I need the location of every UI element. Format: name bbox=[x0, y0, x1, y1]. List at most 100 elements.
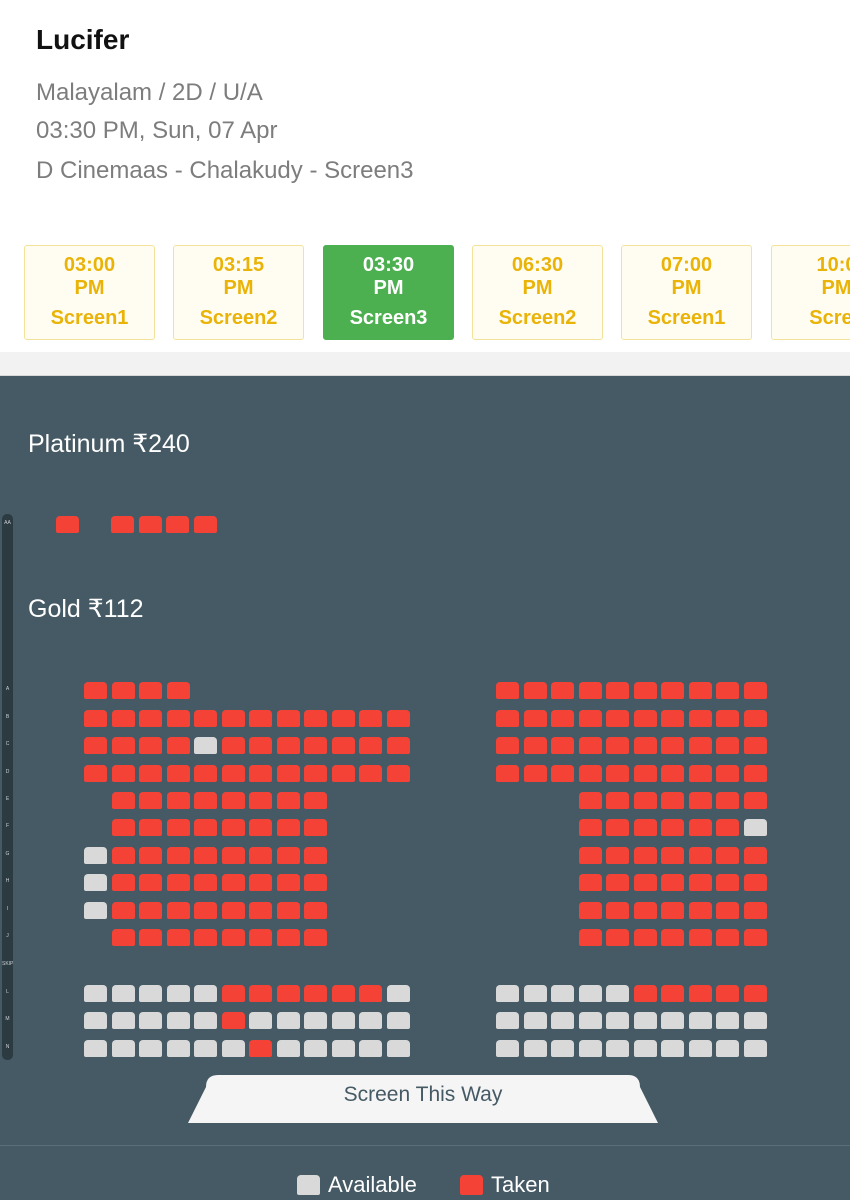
showtime-selector: 03:00 PM Screen1 03:15 PM Screen2 03:30 … bbox=[0, 245, 850, 341]
seat-N-19[interactable] bbox=[661, 1040, 684, 1057]
seat-I-9 bbox=[304, 902, 327, 919]
seat-M-21[interactable] bbox=[716, 1012, 739, 1029]
seat-D-12 bbox=[386, 765, 410, 782]
seat-D-19 bbox=[661, 765, 684, 782]
seat-N-17[interactable] bbox=[606, 1040, 629, 1057]
seat-D-9 bbox=[304, 765, 327, 782]
showtime-time: 10:0 bbox=[816, 254, 850, 276]
seat-F-22[interactable] bbox=[743, 819, 767, 836]
seat-L-22 bbox=[743, 985, 767, 1002]
seat-F-16 bbox=[578, 819, 602, 836]
seat-M-20[interactable] bbox=[688, 1012, 712, 1029]
seat-B-15 bbox=[551, 710, 574, 727]
seat-L-6 bbox=[221, 985, 245, 1002]
seat-N-3[interactable] bbox=[139, 1040, 162, 1057]
seat-M-11[interactable] bbox=[359, 1012, 382, 1029]
seat-D-3 bbox=[139, 765, 162, 782]
seat-M-10[interactable] bbox=[331, 1012, 355, 1029]
seat-M-14[interactable] bbox=[523, 1012, 547, 1029]
seat-J-20 bbox=[688, 929, 712, 946]
seat-L-13[interactable] bbox=[496, 985, 519, 1002]
seat-N-16[interactable] bbox=[578, 1040, 602, 1057]
seat-L-3[interactable] bbox=[139, 985, 162, 1002]
seat-A-2 bbox=[111, 682, 135, 699]
seat-L-17[interactable] bbox=[606, 985, 629, 1002]
seat-M-3[interactable] bbox=[139, 1012, 162, 1029]
seat-M-13[interactable] bbox=[496, 1012, 519, 1029]
seat-G-1[interactable] bbox=[84, 847, 107, 864]
seat-I-5 bbox=[194, 902, 217, 919]
seat-L-4[interactable] bbox=[166, 985, 190, 1002]
seat-B-7 bbox=[249, 710, 272, 727]
seat-H-8 bbox=[276, 874, 300, 891]
seat-N-9[interactable] bbox=[304, 1040, 327, 1057]
seat-J-22 bbox=[743, 929, 767, 946]
showtime-button[interactable]: 03:15 PM Screen2 bbox=[173, 245, 304, 340]
seat-M-16[interactable] bbox=[578, 1012, 602, 1029]
seat-M-17[interactable] bbox=[606, 1012, 629, 1029]
seat-L-5[interactable] bbox=[194, 985, 217, 1002]
seat-I-1[interactable] bbox=[84, 902, 107, 919]
seat-M-18[interactable] bbox=[633, 1012, 657, 1029]
seat-B-12 bbox=[386, 710, 410, 727]
seat-N-14[interactable] bbox=[523, 1040, 547, 1057]
seat-H-1[interactable] bbox=[84, 874, 107, 891]
showtime-button[interactable]: 06:30 PM Screen2 bbox=[472, 245, 603, 340]
seat-N-18[interactable] bbox=[633, 1040, 657, 1057]
seat-F-21 bbox=[716, 819, 739, 836]
seat-N-12[interactable] bbox=[386, 1040, 410, 1057]
seat-H-18 bbox=[633, 874, 657, 891]
seat-N-22[interactable] bbox=[743, 1040, 767, 1057]
seat-M-15[interactable] bbox=[551, 1012, 574, 1029]
seat-N-11[interactable] bbox=[359, 1040, 382, 1057]
seat-M-6 bbox=[221, 1012, 245, 1029]
seat-M-5[interactable] bbox=[194, 1012, 217, 1029]
seat-M-9[interactable] bbox=[304, 1012, 327, 1029]
seat-L-12[interactable] bbox=[386, 985, 410, 1002]
seat-M-4[interactable] bbox=[166, 1012, 190, 1029]
seat-N-21[interactable] bbox=[716, 1040, 739, 1057]
seat-C-5[interactable] bbox=[194, 737, 217, 754]
seat-AA-4 bbox=[138, 516, 162, 533]
seat-L-15[interactable] bbox=[551, 985, 574, 1002]
showtime-button[interactable]: 07:00 PM Screen1 bbox=[621, 245, 752, 340]
seat-L-2[interactable] bbox=[111, 985, 135, 1002]
seat-N-10[interactable] bbox=[331, 1040, 355, 1057]
movie-header: Lucifer Malayalam / 2D / U/A 03:30 PM, S… bbox=[0, 0, 850, 352]
seat-N-2[interactable] bbox=[111, 1040, 135, 1057]
seat-I-2 bbox=[111, 902, 135, 919]
seat-D-1 bbox=[84, 765, 107, 782]
seat-J-8 bbox=[276, 929, 300, 946]
seat-F-17 bbox=[606, 819, 629, 836]
seat-M-22[interactable] bbox=[743, 1012, 767, 1029]
seat-M-2[interactable] bbox=[111, 1012, 135, 1029]
seat-L-1[interactable] bbox=[84, 985, 107, 1002]
showtime-button-selected[interactable]: 03:30 PM Screen3 bbox=[323, 245, 454, 340]
showtime-button[interactable]: 10:0 PM Scree bbox=[771, 245, 850, 340]
seat-N-15[interactable] bbox=[551, 1040, 574, 1057]
seat-C-4 bbox=[166, 737, 190, 754]
showtime-button[interactable]: 03:00 PM Screen1 bbox=[24, 245, 155, 340]
seat-G-3 bbox=[139, 847, 162, 864]
seat-H-17 bbox=[606, 874, 629, 891]
seat-L-14[interactable] bbox=[523, 985, 547, 1002]
seat-N-1[interactable] bbox=[84, 1040, 107, 1057]
seat-M-19[interactable] bbox=[661, 1012, 684, 1029]
seat-L-16[interactable] bbox=[578, 985, 602, 1002]
seat-C-18 bbox=[633, 737, 657, 754]
seat-M-1[interactable] bbox=[84, 1012, 107, 1029]
seat-N-8[interactable] bbox=[276, 1040, 300, 1057]
seat-B-2 bbox=[111, 710, 135, 727]
seat-M-12[interactable] bbox=[386, 1012, 410, 1029]
seat-M-7[interactable] bbox=[249, 1012, 272, 1029]
seat-N-20[interactable] bbox=[688, 1040, 712, 1057]
seat-M-8[interactable] bbox=[276, 1012, 300, 1029]
movie-format: Malayalam / 2D / U/A bbox=[36, 79, 263, 106]
seat-N-13[interactable] bbox=[496, 1040, 519, 1057]
seat-J-16 bbox=[578, 929, 602, 946]
seat-J-5 bbox=[194, 929, 217, 946]
row-label-scrollbar[interactable]: AA A B C D E F G H I J SKIP L M N bbox=[2, 514, 13, 1060]
seat-N-4[interactable] bbox=[166, 1040, 190, 1057]
seat-N-6[interactable] bbox=[221, 1040, 245, 1057]
seat-N-5[interactable] bbox=[194, 1040, 217, 1057]
